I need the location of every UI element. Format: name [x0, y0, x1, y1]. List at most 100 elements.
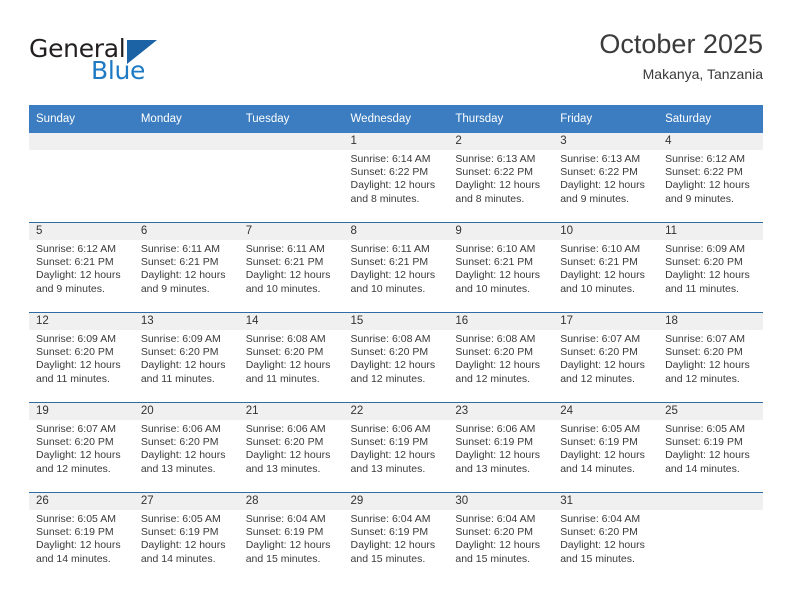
- calendar-day-cell[interactable]: 29 Sunrise: 6:04 AM Sunset: 6:19 PM Dayligh…: [343, 492, 449, 582]
- calendar-day-cell[interactable]: 27 Sunrise: 6:05 AM Sunset: 6:19 PM Dayligh…: [133, 492, 239, 582]
- daylight-duration-line1: Daylight: 12 hours: [560, 539, 645, 552]
- sunrise-time: Sunrise: 6:13 AM: [455, 153, 536, 165]
- daylight-duration-line2: and 13 minutes.: [350, 462, 426, 475]
- day-sun-info: Sunrise: 6:05 AM Sunset: 6:19 PM Daylight:…: [553, 420, 658, 476]
- day-cell-content: 19 Sunrise: 6:07 AM Sunset: 6:20 PM Dayligh…: [29, 403, 134, 492]
- sunset-time: Sunset: 6:20 PM: [36, 436, 114, 449]
- general-blue-logo[interactable]: General Blue: [29, 34, 169, 92]
- calendar-day-cell[interactable]: 2 Sunrise: 6:13 AM Sunset: 6:22 PM Daylight…: [448, 133, 554, 223]
- sunrise-time: Sunrise: 6:07 AM: [36, 423, 116, 435]
- daylight-duration-line1: Daylight: 12 hours: [245, 449, 331, 462]
- calendar-day-cell[interactable]: 21 Sunrise: 6:06 AM Sunset: 6:20 PM Dayligh…: [238, 402, 344, 493]
- daylight-duration-line2: and 15 minutes.: [245, 552, 321, 565]
- day-number: 22: [343, 403, 449, 420]
- day-sun-info: Sunrise: 6:06 AM Sunset: 6:19 PM Daylight:…: [448, 420, 553, 476]
- calendar-day-cell[interactable]: 1 Sunrise: 6:14 AM Sunset: 6:22 PM Daylight…: [343, 133, 449, 223]
- sunrise-time: Sunrise: 6:11 AM: [350, 243, 430, 255]
- calendar-day-cell[interactable]: 24 Sunrise: 6:05 AM Sunset: 6:19 PM Dayligh…: [553, 402, 659, 493]
- calendar-day-cell[interactable]: [238, 133, 344, 223]
- calendar-day-cell[interactable]: 13 Sunrise: 6:09 AM Sunset: 6:20 PM Dayligh…: [133, 312, 239, 403]
- daylight-duration-line1: Daylight: 12 hours: [665, 269, 750, 282]
- calendar-day-cell[interactable]: 25 Sunrise: 6:05 AM Sunset: 6:19 PM Dayligh…: [658, 402, 763, 493]
- day-sun-info: Sunrise: 6:08 AM Sunset: 6:20 PM Daylight:…: [448, 330, 553, 386]
- calendar-day-cell[interactable]: 10 Sunrise: 6:10 AM Sunset: 6:21 PM Dayligh…: [553, 222, 659, 313]
- calendar-day-cell[interactable]: 31 Sunrise: 6:04 AM Sunset: 6:20 PM Dayligh…: [553, 492, 659, 582]
- day-cell-content: 20 Sunrise: 6:06 AM Sunset: 6:20 PM Dayligh…: [133, 403, 239, 492]
- day-cell-content: 11 Sunrise: 6:09 AM Sunset: 6:20 PM Dayligh…: [658, 223, 763, 312]
- sunset-time: Sunset: 6:20 PM: [665, 256, 743, 269]
- daylight-duration-line2: and 9 minutes.: [36, 282, 105, 295]
- sunset-time: Sunset: 6:19 PM: [245, 526, 324, 539]
- day-cell-content: [658, 493, 763, 582]
- day-cell-content: 27 Sunrise: 6:05 AM Sunset: 6:19 PM Dayligh…: [133, 493, 239, 582]
- day-number: 15: [343, 313, 449, 330]
- calendar-day-cell[interactable]: 8 Sunrise: 6:11 AM Sunset: 6:21 PM Daylight…: [343, 222, 449, 313]
- day-number: 10: [553, 223, 659, 240]
- page-title: October 2025: [599, 29, 763, 59]
- daylight-duration-line1: Daylight: 12 hours: [350, 359, 436, 372]
- calendar-day-cell[interactable]: [658, 492, 763, 582]
- sunrise-time: Sunrise: 6:04 AM: [350, 513, 431, 525]
- day-cell-content: 14 Sunrise: 6:08 AM Sunset: 6:20 PM Dayligh…: [238, 313, 344, 402]
- calendar-week-row: 5 Sunrise: 6:12 AM Sunset: 6:21 PM Daylight…: [29, 222, 763, 313]
- sunset-time: Sunset: 6:20 PM: [455, 526, 534, 539]
- page-header: General Blue October 2025 Makanya, Tanza…: [29, 28, 763, 98]
- calendar-day-cell[interactable]: 6 Sunrise: 6:11 AM Sunset: 6:21 PM Daylight…: [133, 222, 239, 313]
- day-cell-content: 31 Sunrise: 6:04 AM Sunset: 6:20 PM Dayligh…: [553, 493, 659, 582]
- calendar-day-cell[interactable]: 7 Sunrise: 6:11 AM Sunset: 6:21 PM Daylight…: [238, 222, 344, 313]
- sunrise-time: Sunrise: 6:06 AM: [350, 423, 431, 435]
- sunrise-time: Sunrise: 6:07 AM: [665, 333, 746, 345]
- daylight-duration-line2: and 13 minutes.: [140, 462, 216, 475]
- day-cell-content: 1 Sunrise: 6:14 AM Sunset: 6:22 PM Daylight…: [343, 133, 449, 222]
- sunset-time: Sunset: 6:19 PM: [665, 436, 743, 449]
- day-sun-info: Sunrise: 6:10 AM Sunset: 6:21 PM Daylight:…: [553, 240, 658, 296]
- calendar-day-cell[interactable]: 5 Sunrise: 6:12 AM Sunset: 6:21 PM Daylight…: [29, 222, 134, 313]
- calendar-day-cell[interactable]: 14 Sunrise: 6:08 AM Sunset: 6:20 PM Dayligh…: [238, 312, 344, 403]
- sunset-time: Sunset: 6:20 PM: [350, 346, 429, 359]
- daylight-duration-line2: and 10 minutes.: [455, 282, 531, 295]
- day-cell-content: 7 Sunrise: 6:11 AM Sunset: 6:21 PM Daylight…: [238, 223, 344, 312]
- calendar-day-cell[interactable]: 28 Sunrise: 6:04 AM Sunset: 6:19 PM Dayligh…: [238, 492, 344, 582]
- day-cell-content: 15 Sunrise: 6:08 AM Sunset: 6:20 PM Dayligh…: [343, 313, 449, 402]
- sunrise-time: Sunrise: 6:09 AM: [665, 243, 746, 255]
- daylight-duration-line2: and 11 minutes.: [140, 372, 215, 385]
- calendar-day-cell[interactable]: 30 Sunrise: 6:04 AM Sunset: 6:20 PM Dayligh…: [448, 492, 554, 582]
- daylight-duration-line1: Daylight: 12 hours: [350, 449, 436, 462]
- sunset-time: Sunset: 6:22 PM: [665, 166, 743, 179]
- sunset-time: Sunset: 6:20 PM: [455, 346, 534, 359]
- calendar-day-cell[interactable]: 15 Sunrise: 6:08 AM Sunset: 6:20 PM Dayligh…: [343, 312, 449, 403]
- sunrise-time: Sunrise: 6:05 AM: [560, 423, 641, 435]
- daylight-duration-line2: and 13 minutes.: [455, 462, 531, 475]
- calendar-day-cell[interactable]: 22 Sunrise: 6:06 AM Sunset: 6:19 PM Dayligh…: [343, 402, 449, 493]
- daylight-duration-line1: Daylight: 12 hours: [140, 359, 226, 372]
- calendar-day-cell[interactable]: 20 Sunrise: 6:06 AM Sunset: 6:20 PM Dayligh…: [133, 402, 239, 493]
- calendar-day-cell[interactable]: 9 Sunrise: 6:10 AM Sunset: 6:21 PM Daylight…: [448, 222, 554, 313]
- calendar-day-cell[interactable]: 26 Sunrise: 6:05 AM Sunset: 6:19 PM Dayligh…: [29, 492, 134, 582]
- calendar-day-cell[interactable]: [29, 133, 134, 223]
- calendar-day-cell[interactable]: 23 Sunrise: 6:06 AM Sunset: 6:19 PM Dayligh…: [448, 402, 554, 493]
- day-number: 31: [553, 493, 659, 510]
- calendar-day-cell[interactable]: 17 Sunrise: 6:07 AM Sunset: 6:20 PM Dayligh…: [553, 312, 659, 403]
- calendar-day-cell[interactable]: 18 Sunrise: 6:07 AM Sunset: 6:20 PM Dayligh…: [658, 312, 763, 403]
- day-number: 13: [133, 313, 239, 330]
- day-number: 9: [448, 223, 554, 240]
- daylight-duration-line2: and 12 minutes.: [560, 372, 635, 385]
- daylight-duration-line1: Daylight: 12 hours: [36, 539, 121, 552]
- sunset-time: Sunset: 6:22 PM: [455, 166, 534, 179]
- calendar-day-cell[interactable]: 3 Sunrise: 6:13 AM Sunset: 6:22 PM Daylight…: [553, 133, 659, 223]
- sunset-time: Sunset: 6:20 PM: [560, 526, 638, 539]
- calendar-day-cell[interactable]: 11 Sunrise: 6:09 AM Sunset: 6:20 PM Dayligh…: [658, 222, 763, 313]
- calendar-day-cell[interactable]: 4 Sunrise: 6:12 AM Sunset: 6:22 PM Daylight…: [658, 133, 763, 223]
- day-cell-content: 25 Sunrise: 6:05 AM Sunset: 6:19 PM Dayligh…: [658, 403, 763, 492]
- daylight-duration-line1: Daylight: 12 hours: [36, 269, 121, 282]
- calendar-week-row: 12 Sunrise: 6:09 AM Sunset: 6:20 PM Dayligh…: [29, 312, 763, 403]
- day-number: 30: [448, 493, 554, 510]
- calendar-day-cell[interactable]: [133, 133, 239, 223]
- calendar-day-cell[interactable]: 19 Sunrise: 6:07 AM Sunset: 6:20 PM Dayligh…: [29, 402, 134, 493]
- day-number: 4: [658, 133, 763, 150]
- daylight-duration-line2: and 14 minutes.: [140, 552, 216, 565]
- calendar-day-cell[interactable]: 16 Sunrise: 6:08 AM Sunset: 6:20 PM Dayligh…: [448, 312, 554, 403]
- day-cell-content: 26 Sunrise: 6:05 AM Sunset: 6:19 PM Dayligh…: [29, 493, 134, 582]
- day-number: 16: [448, 313, 554, 330]
- calendar-day-cell[interactable]: 12 Sunrise: 6:09 AM Sunset: 6:20 PM Dayligh…: [29, 312, 134, 403]
